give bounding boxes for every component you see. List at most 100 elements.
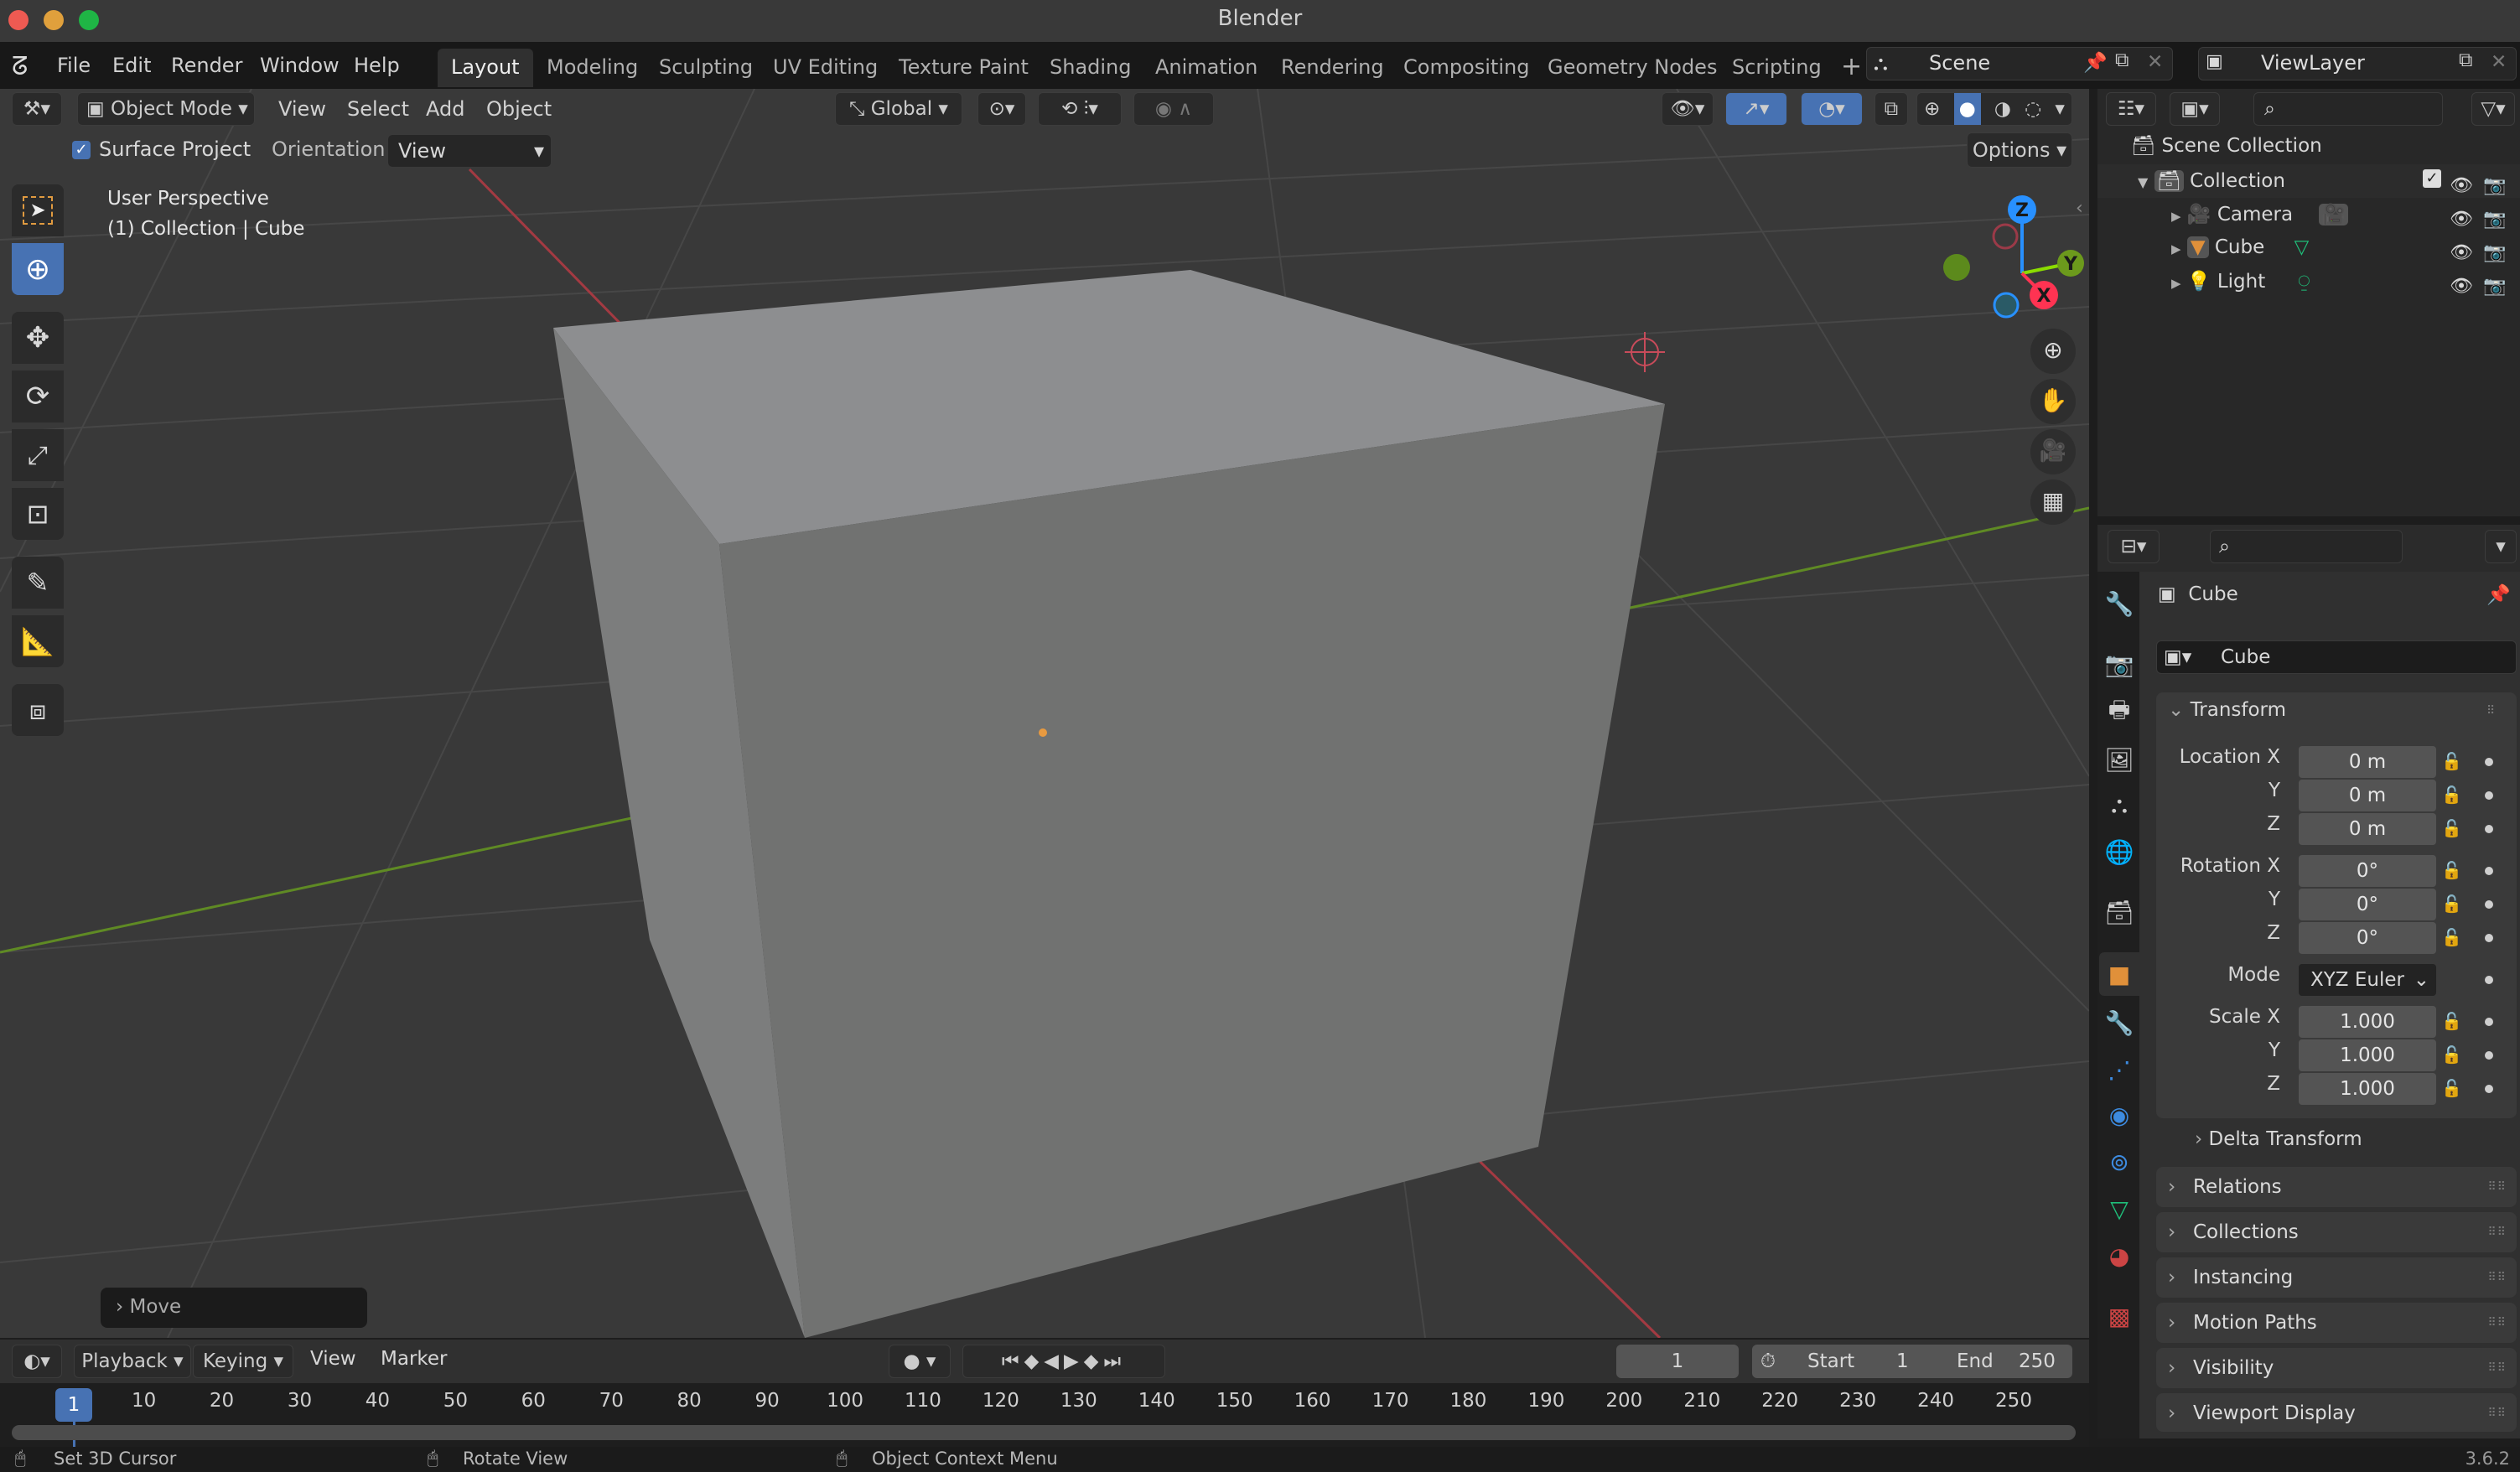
tool-cursor[interactable]: ⊕ (12, 243, 64, 295)
editor-type-button[interactable]: ⚒▾ (12, 92, 62, 126)
end-frame-field[interactable]: 250 (2019, 1345, 2056, 1378)
lock-icon[interactable]: 🔓 (2441, 1078, 2462, 1098)
lock-icon[interactable]: 🔓 (2441, 818, 2462, 838)
xray-toggle-button[interactable]: ⧉ (1874, 92, 1908, 126)
lock-icon[interactable]: 🔓 (2441, 927, 2462, 947)
keyframe-dot[interactable] (2485, 791, 2493, 800)
camera-view-button[interactable]: 🎥 (2030, 429, 2076, 474)
eye-icon[interactable]: 👁 (2450, 270, 2473, 303)
wireframe-shading-icon[interactable]: ⊕ (1924, 93, 1940, 125)
tool-transform[interactable]: ⊡ (12, 488, 64, 540)
expand-triangle-icon[interactable]: ▶ (2171, 209, 2181, 224)
new-viewlayer-icon[interactable]: ⧉ (2459, 49, 2472, 71)
drag-grip-icon[interactable]: ⠿⠿ (2487, 1393, 2507, 1433)
lock-icon[interactable]: 🔓 (2441, 1011, 2462, 1031)
constraints-tab-icon[interactable]: ⊚ (2103, 1145, 2136, 1179)
menu-edit[interactable]: Edit (112, 49, 151, 82)
lock-icon[interactable]: 🔓 (2441, 894, 2462, 914)
mesh-data-icon[interactable]: ▽ (2294, 236, 2310, 258)
panel-collections[interactable]: › Collections ⠿⠿ (2156, 1212, 2517, 1252)
viewport-menu-view[interactable]: View (278, 92, 326, 126)
expand-triangle-icon[interactable]: ▶ (2171, 241, 2181, 257)
pin-icon[interactable]: 📌 (2486, 583, 2511, 606)
tool-scale[interactable]: ⤢ (12, 429, 64, 481)
overlay-toggle-button[interactable]: ◔▾ (1801, 92, 1863, 126)
rotation-x-field[interactable]: 0° (2299, 855, 2436, 887)
drag-grip-icon[interactable]: ⠿⠿ (2487, 1167, 2507, 1207)
tab-modeling[interactable]: Modeling (533, 49, 651, 87)
properties-editor-type[interactable]: ⊟▾ (2108, 530, 2160, 563)
tab-sculpting[interactable]: Sculpting (646, 49, 766, 87)
tool-move[interactable]: ✥ (12, 312, 64, 364)
timeline-menu-view[interactable]: View (310, 1348, 356, 1370)
keyframe-dot[interactable] (2485, 867, 2493, 875)
rotation-y-field[interactable]: 0° (2299, 889, 2436, 920)
outliner-filter-button[interactable]: ▽▾ (2471, 92, 2515, 126)
start-frame-field[interactable]: 1 (1896, 1345, 1909, 1378)
keyframe-dot[interactable] (2485, 900, 2493, 909)
tab-animation[interactable]: Animation (1142, 49, 1271, 87)
selectability-visibility-button[interactable]: 👁▾ (1662, 92, 1714, 126)
gizmo-neg-x[interactable] (1992, 223, 2019, 250)
location-z-field[interactable]: 0 m (2299, 813, 2436, 845)
drag-grip-icon[interactable]: ⠿⠿ (2487, 1212, 2507, 1252)
outliner-row-scene-collection[interactable]: 🗃 Scene Collection (2131, 134, 2322, 157)
lock-icon[interactable]: 🔓 (2441, 751, 2462, 771)
drag-grip-icon[interactable]: ⠿⠿ (2487, 1257, 2507, 1298)
proportional-editing-button[interactable]: ◉ ∧ (1133, 92, 1214, 126)
panel-instancing[interactable]: › Instancing ⠿⠿ (2156, 1257, 2517, 1298)
tab-texture-paint[interactable]: Texture Paint (885, 49, 1042, 87)
keyframe-dot[interactable] (2485, 758, 2493, 766)
object-name-field[interactable]: ▣▾ Cube (2156, 640, 2517, 674)
collection-exclude-checkbox[interactable]: ✓ (2423, 169, 2441, 188)
light-data-icon[interactable]: ⍜ (2299, 271, 2310, 293)
drag-grip-icon[interactable]: ⠿⠿ (2487, 1303, 2507, 1343)
outliner-search-input[interactable]: ⌕ (2253, 92, 2443, 126)
drag-grip-icon[interactable]: ⠿⠿ (2487, 1348, 2507, 1388)
viewlayer-selector[interactable]: ▣ ViewLayer ⧉ ✕ (2198, 47, 2517, 80)
solid-shading-icon[interactable]: ● (1953, 93, 1981, 125)
scale-y-field[interactable]: 1.000 (2299, 1039, 2436, 1071)
close-window-button[interactable] (8, 10, 29, 30)
keyframe-dot[interactable] (2485, 825, 2493, 833)
panel-viewport-display[interactable]: › Viewport Display ⠿⠿ (2156, 1393, 2517, 1432)
tab-rendering[interactable]: Rendering (1268, 49, 1397, 87)
play-icon[interactable]: ▶ (1064, 1350, 1084, 1372)
lock-icon[interactable]: 🔓 (2441, 860, 2462, 880)
output-tab-icon[interactable]: 🖶 (2103, 696, 2136, 729)
tool-tab-icon[interactable]: 🔧 (2103, 587, 2136, 620)
material-preview-icon[interactable]: ◑ (1994, 93, 2011, 125)
outliner-row-light[interactable]: ▶ 💡 Light ⍜ (2171, 270, 2310, 293)
keyframe-dot[interactable] (2485, 1085, 2493, 1093)
jump-start-icon[interactable]: ⏮ (1002, 1350, 1024, 1372)
eye-icon[interactable]: 👁 (2450, 236, 2473, 270)
drag-grip-icon[interactable]: ⠿ (2486, 704, 2495, 718)
timeline-menu-marker[interactable]: Marker (381, 1348, 448, 1370)
tool-select-box[interactable]: ➤ (12, 184, 64, 236)
maximize-window-button[interactable] (79, 10, 99, 30)
physics-tab-icon[interactable]: ◉ (2103, 1098, 2136, 1132)
gizmo-neg-y[interactable] (1943, 254, 1970, 281)
auto-keying-button[interactable]: ● ▾ (889, 1345, 951, 1378)
timeline-scrollbar[interactable] (12, 1425, 2076, 1440)
menu-help[interactable]: Help (354, 49, 400, 82)
render-camera-icon[interactable]: 📷 (2483, 203, 2506, 236)
snap-button[interactable]: ⟲ ⫶▾ (1038, 92, 1122, 126)
outliner-display-mode[interactable]: ☷▾ (2106, 92, 2156, 126)
viewport-menu-add[interactable]: Add (426, 92, 464, 126)
gizmo-neg-z[interactable] (1993, 292, 2020, 319)
current-frame-field[interactable]: 1 (1616, 1345, 1739, 1378)
rotation-mode-dropdown[interactable]: XYZ Euler ⌄ (2299, 964, 2436, 996)
playhead-frame-indicator[interactable]: 1 (55, 1388, 92, 1422)
outliner-row-cube[interactable]: ▶ ▼ Cube ▽ (2171, 236, 2309, 258)
menu-window[interactable]: Window (260, 49, 340, 82)
delta-transform-subpanel[interactable]: › Delta Transform (2195, 1128, 2362, 1150)
tool-measure[interactable]: 📐 (12, 615, 64, 667)
data-tab-icon[interactable]: ▽ (2103, 1192, 2136, 1226)
eye-icon[interactable]: 👁 (2450, 169, 2473, 203)
lock-icon[interactable]: 🔓 (2441, 1044, 2462, 1065)
outliner-row-camera[interactable]: ▶ 🎥 Camera 🎥 (2171, 203, 2349, 225)
camera-data-icon[interactable]: 🎥 (2319, 204, 2349, 225)
lock-icon[interactable]: 🔓 (2441, 785, 2462, 805)
3d-viewport[interactable] (0, 89, 2089, 1338)
